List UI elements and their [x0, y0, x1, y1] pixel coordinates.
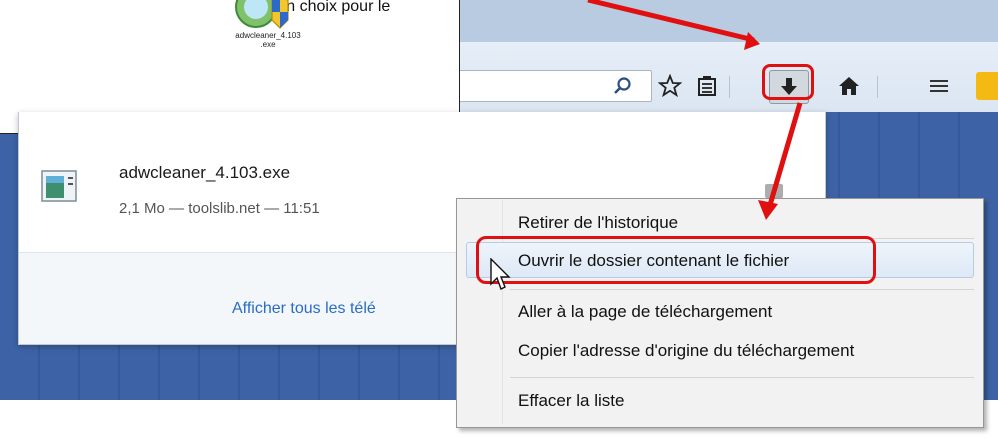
home-icon[interactable] — [830, 70, 868, 102]
bookmark-star-icon[interactable] — [651, 70, 689, 102]
reading-list-icon[interactable] — [688, 70, 726, 102]
extension-icon[interactable] — [976, 72, 998, 100]
mouse-cursor-icon — [490, 258, 511, 290]
menu-separator — [510, 289, 974, 290]
toolbar-separator — [877, 76, 878, 98]
menu-item-copy-download-link[interactable]: Copier l'adresse d'origine du télécharge… — [518, 341, 854, 361]
menu-icon[interactable] — [920, 70, 958, 102]
search-icon[interactable] — [612, 75, 634, 97]
download-details: 2,1 Mo — toolslib.net — 11:51 — [119, 200, 320, 217]
file-icon — [41, 168, 79, 204]
folder-icon[interactable] — [765, 184, 783, 198]
open-folder-highlight — [476, 236, 876, 284]
download-filename[interactable]: adwcleaner_4.103.exe — [119, 163, 290, 183]
show-all-downloads-link[interactable]: Afficher tous les télé — [232, 300, 376, 318]
download-button-highlight — [762, 64, 814, 100]
callout-file-name: adwcleaner_4.103 .exe — [235, 31, 301, 49]
menu-item-clear-list[interactable]: Effacer la liste — [518, 391, 624, 411]
toolbar-separator — [729, 76, 730, 98]
menu-item-remove-from-history[interactable]: Retirer de l'historique — [518, 213, 678, 233]
menu-gutter — [502, 200, 503, 424]
menu-separator — [510, 377, 974, 378]
menu-item-go-to-download-page[interactable]: Aller à la page de téléchargement — [518, 302, 772, 322]
